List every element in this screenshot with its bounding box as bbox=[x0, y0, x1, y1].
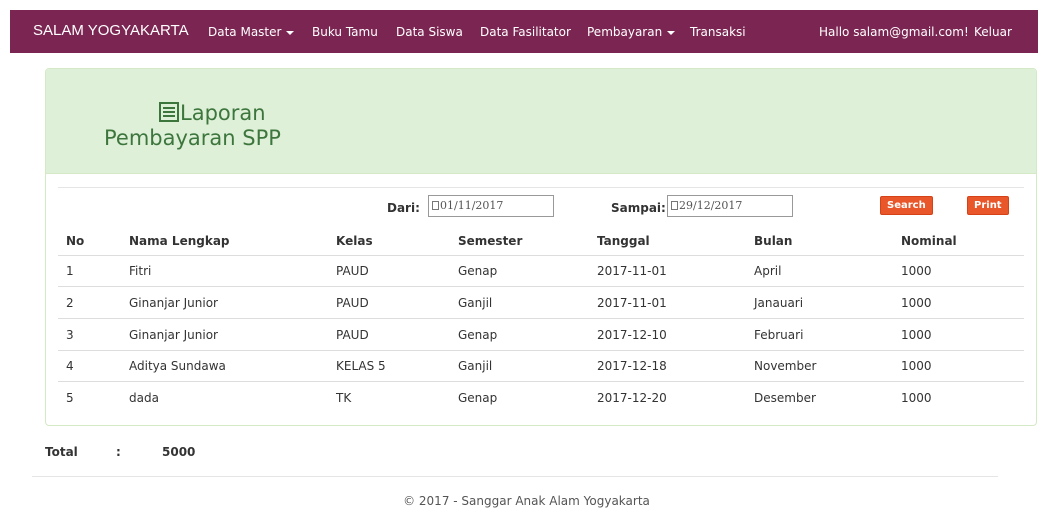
to-date-label: Sampai: bbox=[611, 201, 666, 215]
nav-pembayaran[interactable]: Pembayaran bbox=[587, 25, 676, 39]
table-divider bbox=[58, 350, 1024, 351]
from-date-input[interactable]: 01/11/2017 bbox=[428, 195, 554, 217]
user-greeting-link[interactable]: Hallo salam@gmail.com! bbox=[819, 25, 969, 39]
cell-kelas: PAUD bbox=[336, 328, 369, 342]
cell-bulan: Februari bbox=[754, 328, 804, 342]
header-nama: Nama Lengkap bbox=[129, 234, 230, 248]
footer-copyright: © 2017 - Sanggar Anak Alam Yogyakarta bbox=[403, 494, 650, 508]
header-kelas: Kelas bbox=[336, 234, 373, 248]
search-button[interactable]: Search bbox=[880, 196, 933, 215]
cell-bulan: November bbox=[754, 359, 817, 373]
calendar-icon bbox=[432, 201, 439, 210]
total-label: Total bbox=[45, 445, 78, 459]
cell-nominal: 1000 bbox=[901, 359, 932, 373]
report-panel: Laporan Pembayaran SPP Dari: 01/11/2017 … bbox=[45, 68, 1037, 426]
table-divider bbox=[58, 286, 1024, 287]
cell-bulan: Janauari bbox=[754, 296, 804, 310]
cell-nama: Ginanjar Junior bbox=[129, 296, 218, 310]
header-no: No bbox=[66, 234, 85, 248]
page-title: Laporan Pembayaran SPP bbox=[104, 101, 281, 150]
cell-semester: Genap bbox=[458, 328, 498, 342]
top-navbar: SALAM YOGYAKARTA Data Master Buku Tamu D… bbox=[10, 10, 1038, 53]
panel-heading: Laporan Pembayaran SPP bbox=[46, 69, 1036, 174]
cell-no: 4 bbox=[66, 359, 74, 373]
header-tanggal: Tanggal bbox=[597, 234, 650, 248]
cell-bulan: Desember bbox=[754, 391, 816, 405]
cell-tanggal: 2017-11-01 bbox=[597, 296, 667, 310]
caret-down-icon bbox=[286, 30, 295, 35]
table-divider bbox=[58, 255, 1024, 256]
cell-tanggal: 2017-12-10 bbox=[597, 328, 667, 342]
cell-nominal: 1000 bbox=[901, 296, 932, 310]
cell-semester: Genap bbox=[458, 264, 498, 278]
cell-kelas: KELAS 5 bbox=[336, 359, 386, 373]
cell-bulan: April bbox=[754, 264, 782, 278]
print-button[interactable]: Print bbox=[967, 196, 1009, 215]
cell-kelas: PAUD bbox=[336, 264, 369, 278]
cell-semester: Genap bbox=[458, 391, 498, 405]
footer-divider bbox=[32, 476, 998, 477]
cell-tanggal: 2017-11-01 bbox=[597, 264, 667, 278]
cell-nominal: 1000 bbox=[901, 264, 932, 278]
cell-nama: Fitri bbox=[129, 264, 152, 278]
nav-data-master[interactable]: Data Master bbox=[208, 25, 295, 39]
to-date-input[interactable]: 29/12/2017 bbox=[667, 195, 793, 217]
cell-kelas: TK bbox=[336, 391, 352, 405]
cell-nama: dada bbox=[129, 391, 159, 405]
nav-buku-tamu[interactable]: Buku Tamu bbox=[312, 25, 378, 39]
header-bulan: Bulan bbox=[754, 234, 793, 248]
cell-tanggal: 2017-12-18 bbox=[597, 359, 667, 373]
table-divider bbox=[58, 381, 1024, 382]
header-semester: Semester bbox=[458, 234, 523, 248]
divider bbox=[58, 187, 1024, 188]
cell-nama: Aditya Sundawa bbox=[129, 359, 226, 373]
cell-nominal: 1000 bbox=[901, 391, 932, 405]
total-value: 5000 bbox=[162, 445, 196, 459]
caret-down-icon bbox=[667, 30, 676, 35]
header-nominal: Nominal bbox=[901, 234, 957, 248]
list-alt-icon bbox=[159, 102, 179, 122]
cell-semester: Ganjil bbox=[458, 359, 493, 373]
cell-no: 5 bbox=[66, 391, 74, 405]
cell-nama: Ginanjar Junior bbox=[129, 328, 218, 342]
cell-kelas: PAUD bbox=[336, 296, 369, 310]
from-date-label: Dari: bbox=[387, 201, 420, 215]
cell-tanggal: 2017-12-20 bbox=[597, 391, 667, 405]
total-separator: : bbox=[116, 445, 121, 459]
nav-data-fasilitator[interactable]: Data Fasilitator bbox=[480, 25, 571, 39]
cell-no: 1 bbox=[66, 264, 74, 278]
nav-transaksi[interactable]: Transaksi bbox=[690, 25, 746, 39]
cell-semester: Ganjil bbox=[458, 296, 493, 310]
cell-no: 3 bbox=[66, 328, 74, 342]
calendar-icon bbox=[671, 201, 678, 210]
cell-nominal: 1000 bbox=[901, 328, 932, 342]
nav-data-siswa[interactable]: Data Siswa bbox=[396, 25, 463, 39]
logout-link[interactable]: Keluar bbox=[974, 25, 1012, 39]
table-divider bbox=[58, 318, 1024, 319]
cell-no: 2 bbox=[66, 296, 74, 310]
brand-link[interactable]: SALAM YOGYAKARTA bbox=[33, 22, 189, 39]
